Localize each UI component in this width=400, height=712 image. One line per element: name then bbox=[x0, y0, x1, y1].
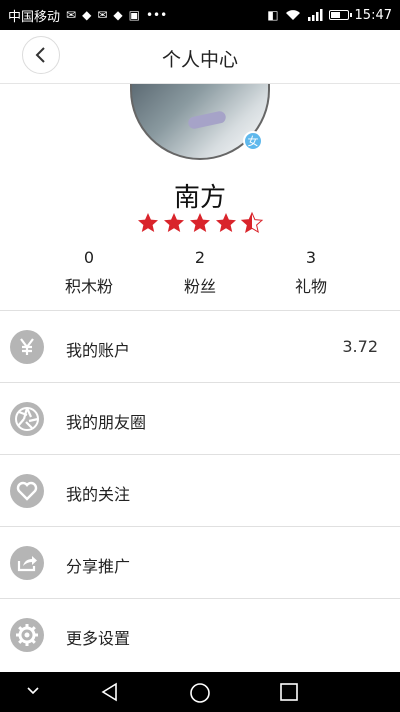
more-notifications-icon: ••• bbox=[145, 8, 168, 22]
user-name: 南方 bbox=[173, 183, 226, 213]
menu-label: 我的账户 bbox=[66, 341, 131, 360]
aperture-icon bbox=[10, 402, 44, 436]
navigation-bar: 个人中心 bbox=[0, 30, 400, 84]
status-bar: 中国移动 ✉ ◆ ✉ ◆ ▣ ••• ◧ 15:47 bbox=[0, 0, 400, 30]
heart-icon bbox=[10, 474, 44, 508]
profile-section: 女 南方 0 积木粉 2 粉丝 3 礼物 bbox=[0, 84, 400, 310]
clock: 15:47 bbox=[354, 7, 392, 23]
menu-list: 我的账户 3.72 我的朋友圈 我的关注 分享推广 更多设置 bbox=[0, 310, 400, 670]
page-title: 个人中心 bbox=[161, 49, 238, 71]
carrier-label: 中国移动 bbox=[8, 9, 61, 25]
stat-value: 3 bbox=[305, 248, 317, 267]
battery-icon bbox=[328, 10, 352, 20]
menu-label: 更多设置 bbox=[66, 629, 131, 648]
notification-icon-2: ✉ bbox=[97, 8, 108, 22]
menu-item-account[interactable]: 我的账户 3.72 bbox=[0, 310, 400, 382]
account-balance: 3.72 bbox=[342, 337, 378, 356]
stat-fans[interactable]: 2 粉丝 bbox=[145, 248, 255, 297]
menu-item-moments[interactable]: 我的朋友圈 bbox=[0, 382, 400, 454]
gender-badge: 女 bbox=[243, 131, 263, 151]
back-nav-icon[interactable] bbox=[100, 682, 120, 702]
status-left: 中国移动 ✉ ◆ ✉ ◆ ▣ ••• bbox=[8, 6, 167, 25]
share-icon bbox=[10, 546, 44, 580]
stat-label: 积木粉 bbox=[64, 277, 113, 296]
star-icon bbox=[190, 213, 210, 232]
star-icon bbox=[216, 213, 236, 232]
menu-label: 分享推广 bbox=[66, 557, 131, 576]
stat-label: 粉丝 bbox=[183, 277, 216, 296]
hide-keyboard-icon[interactable] bbox=[26, 686, 40, 696]
rating-stars bbox=[136, 211, 264, 235]
menu-label: 我的朋友圈 bbox=[66, 413, 147, 432]
signal-icon bbox=[307, 9, 323, 21]
star-icon bbox=[164, 213, 184, 232]
star-icon bbox=[138, 213, 158, 232]
app-notification-icon: ◆ bbox=[82, 8, 92, 22]
yuan-icon bbox=[10, 330, 44, 364]
stat-label: 礼物 bbox=[294, 277, 327, 296]
half-star-icon bbox=[240, 211, 264, 234]
status-right: ◧ 15:47 bbox=[267, 8, 392, 23]
home-nav-icon[interactable] bbox=[189, 682, 211, 704]
gear-icon bbox=[10, 618, 44, 652]
wifi-icon bbox=[285, 10, 300, 20]
stat-value: 0 bbox=[83, 248, 95, 267]
stat-gifts[interactable]: 3 礼物 bbox=[256, 248, 366, 297]
vibrate-icon: ◧ bbox=[267, 8, 279, 22]
menu-item-share[interactable]: 分享推广 bbox=[0, 526, 400, 598]
menu-item-settings[interactable]: 更多设置 bbox=[0, 598, 400, 670]
stat-jimufen[interactable]: 0 积木粉 bbox=[34, 248, 144, 297]
recents-nav-icon[interactable] bbox=[279, 682, 299, 702]
system-navigation-bar bbox=[0, 672, 400, 712]
menu-item-following[interactable]: 我的关注 bbox=[0, 454, 400, 526]
notification-icon: ✉ bbox=[66, 8, 77, 22]
lock-notification-icon: ▣ bbox=[128, 8, 140, 22]
avatar-detail bbox=[187, 110, 227, 130]
app-notification-icon-2: ◆ bbox=[113, 8, 123, 22]
stat-value: 2 bbox=[194, 248, 206, 267]
menu-label: 我的关注 bbox=[66, 485, 131, 504]
